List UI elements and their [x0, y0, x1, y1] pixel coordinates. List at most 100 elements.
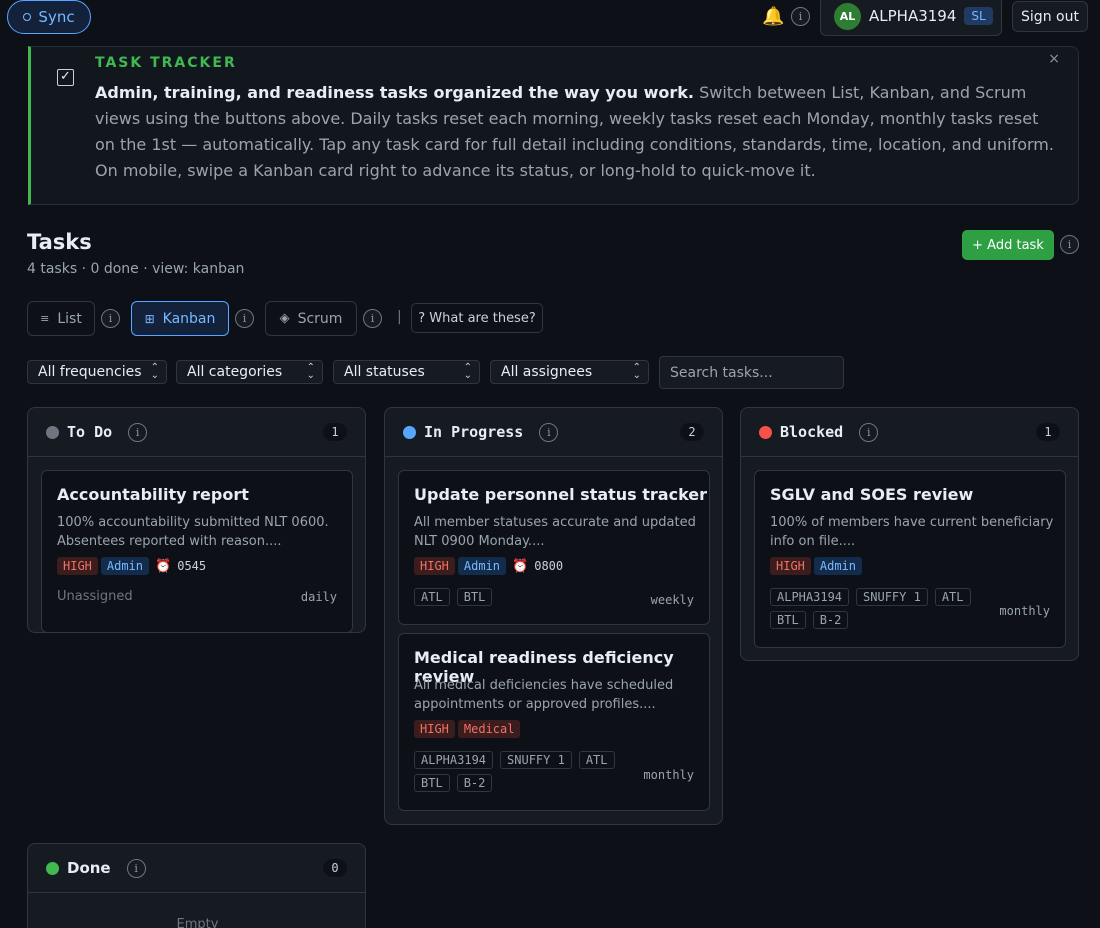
column-title: Blocked: [780, 423, 844, 441]
category-badge: Medical: [457, 720, 521, 738]
priority-badge: HIGH: [57, 557, 98, 575]
view-kanban-label: Kanban: [162, 310, 216, 327]
priority-badge: HIGH: [414, 557, 455, 575]
assignee-tag: SNUFFY 1: [856, 588, 928, 606]
info-icon[interactable]: i: [1060, 235, 1079, 254]
task-title: Update personnel status tracker: [414, 485, 708, 504]
sync-label: Sync: [38, 8, 75, 26]
sync-button[interactable]: Sync: [7, 0, 91, 34]
category-badge: Admin: [813, 557, 863, 575]
chevron-updown-icon: ⌃ ⌄: [150, 362, 159, 381]
grid-icon: ⊞: [144, 311, 155, 326]
view-kanban-button[interactable]: ⊞ Kanban: [131, 301, 229, 336]
info-icon[interactable]: i: [859, 422, 879, 442]
task-card[interactable]: Medical readiness deficiency review All …: [398, 633, 710, 811]
task-card[interactable]: Update personnel status tracker All memb…: [398, 470, 710, 625]
empty-state: Empty: [176, 917, 219, 928]
status-select[interactable]: All statuses ⌃ ⌄: [333, 360, 480, 384]
close-icon[interactable]: ×: [1048, 51, 1060, 67]
info-icon[interactable]: i: [363, 309, 382, 328]
status-dot: [759, 425, 772, 439]
assignee-label: Unassigned: [57, 589, 133, 604]
column-count: 1: [323, 423, 347, 441]
frequency-value: All frequencies: [38, 364, 142, 380]
user-chip[interactable]: AL ALPHA3194 SL: [820, 0, 1002, 36]
info-icon[interactable]: i: [539, 422, 559, 442]
assignee-tag: ATL: [934, 588, 971, 606]
assignee-tag: ALPHA3194: [414, 751, 494, 769]
column-header: Blocked i 1: [741, 408, 1078, 457]
kanban-column-done: Done i 0 Empty: [27, 843, 366, 928]
sign-out-button[interactable]: Sign out: [1012, 1, 1088, 32]
column-title: Done: [67, 859, 111, 877]
assignee-tag: SNUFFY 1: [500, 751, 572, 769]
status-dot: [46, 861, 59, 875]
task-description: All medical deficiencies have scheduled …: [414, 678, 674, 712]
checkbox-icon: ✓: [57, 69, 74, 86]
assignee-tag: B-2: [456, 774, 493, 792]
banner-lead: Admin, training, and readiness tasks org…: [95, 83, 694, 102]
column-header: To Do i 1: [28, 408, 365, 457]
status-value: All statuses: [344, 364, 425, 380]
column-count: 2: [680, 423, 704, 441]
view-scrum-label: Scrum: [297, 310, 343, 327]
search-input[interactable]: Search tasks...: [659, 356, 844, 389]
divider: |: [397, 309, 402, 325]
frequency-label: monthly: [643, 768, 694, 782]
what-are-these-button[interactable]: ? What are these?: [411, 303, 543, 333]
assignee-select[interactable]: All assignees ⌃ ⌄: [490, 360, 649, 384]
assignee-tag: BTL: [456, 588, 493, 606]
view-list-button[interactable]: ≡ List: [27, 301, 95, 336]
avatar: AL: [834, 2, 861, 30]
page-title: Tasks: [27, 230, 92, 254]
frequency-label: daily: [300, 590, 337, 604]
add-task-button[interactable]: + Add task: [962, 230, 1054, 260]
info-icon[interactable]: i: [128, 422, 148, 442]
info-icon[interactable]: i: [101, 309, 120, 328]
task-description: All member statuses accurate and updated…: [414, 515, 696, 549]
task-title: Accountability report: [57, 485, 249, 504]
sync-icon: [23, 13, 32, 21]
assignee-tag: B-2: [812, 611, 849, 629]
category-value: All categories: [187, 364, 283, 380]
column-header: Done i 0: [28, 844, 365, 893]
rank-badge: SL: [964, 7, 993, 25]
column-title: In Progress: [424, 423, 524, 441]
task-description: 100% of members have current beneficiary…: [770, 515, 1054, 549]
column-count: 1: [1036, 423, 1060, 441]
banner-text: Admin, training, and readiness tasks org…: [95, 80, 1055, 184]
frequency-select[interactable]: All frequencies ⌃ ⌄: [27, 360, 167, 384]
frequency-label: monthly: [999, 604, 1050, 618]
chevron-updown-icon: ⌃ ⌄: [463, 362, 472, 381]
category-badge: Admin: [100, 557, 150, 575]
alarm-clock-icon: ⏰: [512, 558, 529, 574]
info-icon[interactable]: i: [126, 858, 146, 878]
info-icon[interactable]: i: [791, 7, 810, 26]
task-time: 0800: [534, 559, 564, 573]
category-badge: Admin: [457, 557, 507, 575]
view-list-label: List: [57, 310, 82, 327]
task-card[interactable]: Accountability report 100% accountabilit…: [41, 470, 353, 633]
bell-icon[interactable]: 🔔: [762, 6, 784, 27]
view-scrum-button[interactable]: ◈ Scrum: [265, 301, 357, 336]
assignee-tag: ATL: [414, 588, 450, 606]
tag-row: HIGH Admin: [770, 557, 865, 575]
list-icon: ≡: [40, 312, 50, 325]
assignee-tags: ALPHA3194 SNUFFY 1 ATL BTL B-2: [770, 588, 985, 629]
column-count: 0: [323, 859, 347, 877]
banner-title: TASK TRACKER: [95, 55, 237, 71]
info-icon[interactable]: i: [235, 309, 254, 328]
tag-row: HIGH Admin ⏰ 0800: [414, 557, 563, 575]
assignee-tags: ALPHA3194 SNUFFY 1 ATL BTL B-2: [414, 751, 629, 792]
priority-badge: HIGH: [414, 720, 455, 738]
tasks-summary: 4 tasks · 0 done · view: kanban: [27, 261, 245, 277]
kanban-column-todo: To Do i 1 Accountability report 100% acc…: [27, 407, 366, 633]
assignee-value: All assignees: [501, 364, 593, 380]
top-bar: Sync 🔔 i AL ALPHA3194 SL Sign out: [0, 0, 1100, 36]
assignee-tag: BTL: [414, 774, 450, 792]
tag-row: HIGH Medical: [414, 720, 523, 738]
kanban-column-in-progress: In Progress i 2 Update personnel status …: [384, 407, 723, 825]
user-name: ALPHA3194: [869, 7, 957, 25]
category-select[interactable]: All categories ⌃ ⌄: [176, 360, 323, 384]
task-card[interactable]: SGLV and SOES review 100% of members hav…: [754, 470, 1066, 648]
